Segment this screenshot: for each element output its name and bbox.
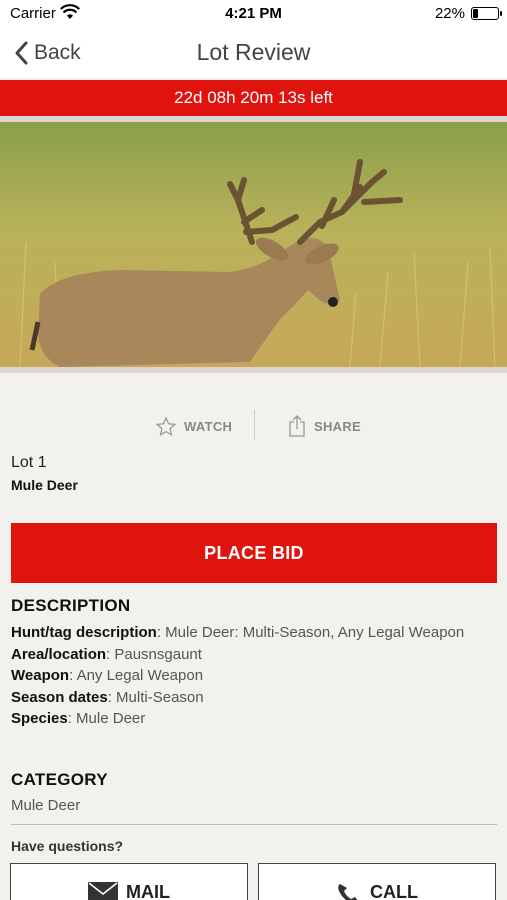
category-value: Mule Deer [11,797,81,814]
star-icon [156,416,176,436]
call-button[interactable]: CALL [258,863,496,900]
page-title: Lot Review [196,39,311,65]
description-value: : Mule Deer [67,710,146,728]
category-heading: CATEGORY [11,770,108,789]
description-row: Hunt/tag description: Mule Deer: Multi-S… [11,622,501,644]
watch-button[interactable]: WATCH [156,412,232,440]
share-label: SHARE [314,418,362,434]
description-key: Hunt/tag description [11,624,157,641]
countdown-banner: 22d 08h 20m 13s left [0,80,507,116]
battery-icon [471,7,502,20]
phone-icon [338,884,358,900]
status-bar: Carrier 4:21 PM 22% [0,0,507,28]
questions-label: Have questions? [11,838,124,854]
action-divider [254,410,255,440]
mail-button[interactable]: MAIL [10,863,248,900]
description-key: Season dates [11,688,108,706]
lot-number: Lot 1 [11,454,47,471]
description-row: Season dates: Multi-Season [11,687,501,709]
battery-fill [473,9,478,18]
watch-label: WATCH [184,418,233,434]
envelope-icon [88,882,118,900]
share-button[interactable]: SHARE [288,412,361,440]
description-key: Weapon [11,667,70,685]
description-row: Species: Mule Deer [11,708,501,730]
description-value: : Any Legal Weapon [69,667,204,685]
clock: 4:21 PM [225,5,282,22]
call-label: CALL [370,882,418,900]
nav-bar: Back Lot Review [0,28,507,78]
description-value: : Mule Deer: Multi-Season, Any Legal Wea… [156,624,465,641]
share-icon [289,415,305,437]
place-bid-button[interactable]: PLACE BID [11,523,497,583]
mule-deer-photo [0,122,507,367]
description-key: Species [11,710,68,728]
battery-percent: 22% [434,5,465,22]
description-list: Hunt/tag description: Mule Deer: Multi-S… [11,622,501,730]
description-key: Area/location [11,645,107,663]
divider [11,824,497,825]
description-row: Weapon: Any Legal Weapon [11,665,501,687]
lot-name: Mule Deer [11,477,78,493]
action-bar: WATCH SHARE [0,408,507,444]
description-value: : Pausnsgaunt [106,645,202,663]
lot-photo [0,116,507,373]
description-row: Area/location: Pausnsgaunt [11,644,501,666]
mail-label: MAIL [126,882,170,900]
description-value: : Multi-Season [107,688,204,706]
description-heading: DESCRIPTION [11,596,131,615]
